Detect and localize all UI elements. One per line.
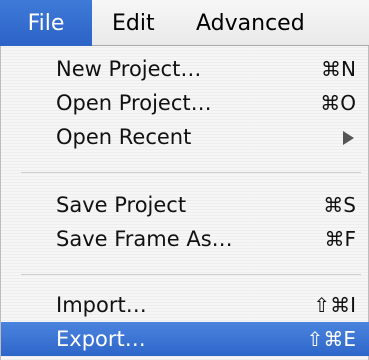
submenu-arrow-icon [343,131,354,145]
menu-item-label: Open Recent [56,125,192,149]
app-screen: File Edit Advanced New Project… ⌘N Open … [0,0,369,360]
menu-item-label: New Project… [56,57,202,81]
menu-item-shortcut: ⌘S [323,193,356,217]
menu-item-open-recent[interactable]: Open Recent [1,120,369,154]
menu-item-shortcut: ⇧⌘I [313,293,356,317]
menu-item-import[interactable]: Import… ⇧⌘I [1,288,369,322]
menu-item-shortcut: ⌘O [320,91,356,115]
menu-separator [21,172,361,173]
menu-item-label: Open Project… [56,91,212,115]
menu-bar: File Edit Advanced [0,0,369,46]
menu-item-label: Import… [56,293,147,317]
menu-item-label: Export… [56,327,146,351]
menu-item-shortcut: ⇧⌘E [306,327,356,351]
menu-item-save-project[interactable]: Save Project ⌘S [1,188,369,222]
menu-item-shortcut: ⌘F [324,227,356,251]
menu-file[interactable]: File [0,0,92,46]
menu-item-new-project[interactable]: New Project… ⌘N [1,52,369,86]
menu-item-shortcut: ⌘N [321,57,356,81]
menu-item-open-project[interactable]: Open Project… ⌘O [1,86,369,120]
menu-item-export[interactable]: Export… ⇧⌘E [1,322,369,356]
menu-separator [21,274,361,275]
menu-item-label: Save Project [56,193,187,217]
menu-edit[interactable]: Edit [112,0,155,46]
menu-advanced[interactable]: Advanced [196,0,305,46]
menu-item-label: Save Frame As… [56,227,233,251]
menu-item-save-frame-as[interactable]: Save Frame As… ⌘F [1,222,369,256]
file-dropdown-menu: New Project… ⌘N Open Project… ⌘O Open Re… [0,46,369,360]
